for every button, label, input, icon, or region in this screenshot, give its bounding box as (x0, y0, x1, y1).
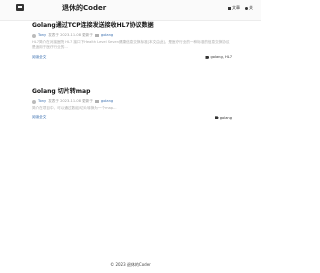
nav-item-label: 文章 (232, 5, 240, 10)
post-meta: Tony 发表于 2023-11-08 更新于 golang (32, 99, 232, 104)
post-excerpt: HL7简介在对接医院 HL7 接口下Health Level Seven健康信息… (32, 40, 230, 50)
post-category-link[interactable]: golang (101, 33, 113, 38)
post-title-link[interactable]: Golang通过TCP连接发送接收HL7协议数据 (32, 22, 232, 30)
author-avatar-icon (32, 33, 36, 38)
site-header: 退休的Coder 文章 关 (0, 0, 261, 21)
post-date: 发表于 2023-11-08 更新于 (48, 33, 93, 37)
post-title-link[interactable]: Golang 切片转map (32, 88, 232, 96)
folder-icon (94, 34, 99, 37)
post-date: 发表于 2023-11-08 更新于 (48, 99, 93, 103)
post-category-link[interactable]: golang (101, 99, 113, 104)
post-tags: golang (214, 116, 232, 120)
post-tags: golang, HL7 (205, 55, 232, 59)
about-icon (245, 6, 248, 10)
post-footer: 阅读全文 golang (32, 115, 232, 120)
post-tags-links[interactable]: golang (220, 116, 232, 120)
site-title[interactable]: 退休的Coder (62, 3, 106, 13)
post-footer: 阅读全文 golang, HL7 (32, 55, 232, 60)
nav-item-archive[interactable]: 文章 (228, 5, 240, 11)
folder-icon (94, 100, 99, 103)
read-more-link[interactable]: 阅读全文 (32, 115, 46, 120)
post-meta: Tony 发表于 2023-11-08 更新于 golang (32, 33, 232, 38)
site-footer: © 2023 退休的Coder (110, 262, 151, 267)
read-more-link[interactable]: 阅读全文 (32, 55, 46, 60)
site-logo-icon[interactable] (16, 4, 24, 11)
post-author[interactable]: Tony (38, 99, 46, 104)
nav-item-label: 关 (249, 5, 253, 10)
tag-icon (214, 116, 219, 120)
main-nav: 文章 关 (228, 5, 253, 11)
tag-icon (205, 55, 210, 59)
archive-icon (228, 6, 231, 10)
post-excerpt: 简介在项目中，可以通过数组/切片转换为一个map... (32, 106, 117, 110)
post-card: Golang 切片转map Tony 发表于 2023-11-08 更新于 go… (32, 88, 232, 120)
post-author[interactable]: Tony (38, 33, 46, 38)
post-card: Golang通过TCP连接发送接收HL7协议数据 Tony 发表于 2023-1… (32, 22, 232, 60)
author-avatar-icon (32, 99, 36, 104)
post-tags-links[interactable]: golang, HL7 (210, 55, 232, 59)
nav-item-about[interactable]: 关 (245, 5, 253, 11)
